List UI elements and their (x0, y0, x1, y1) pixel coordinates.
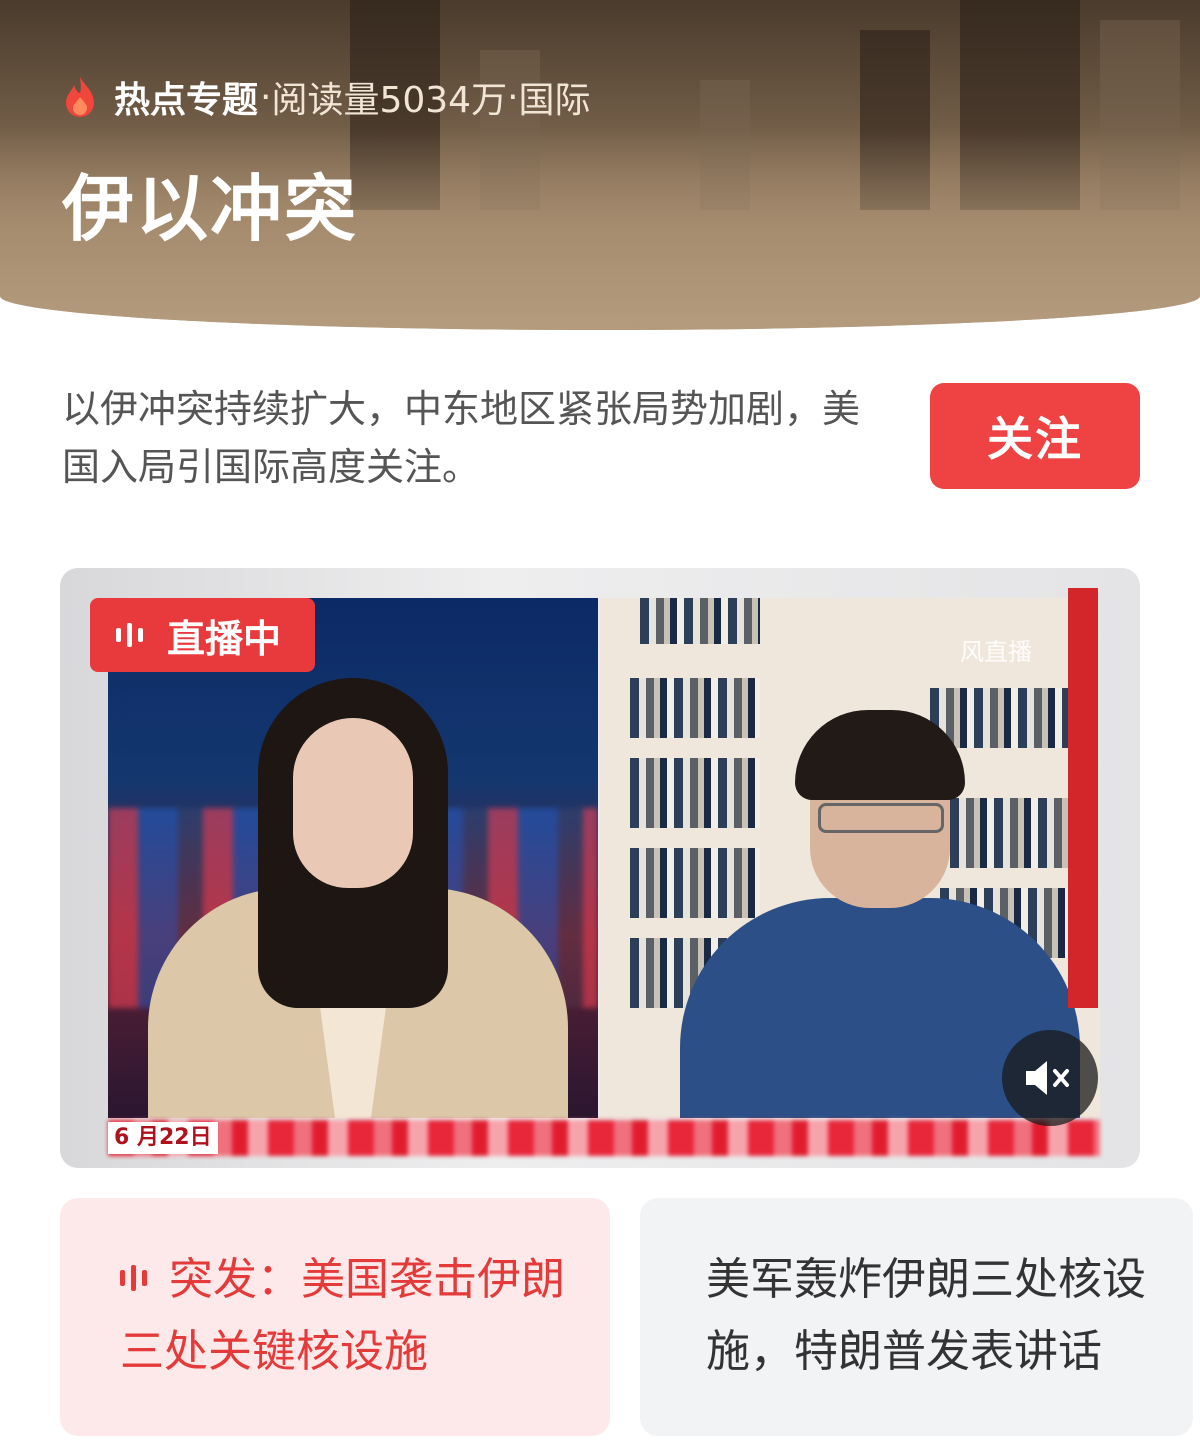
topic-summary: 以伊冲突持续扩大，中东地区紧张局势加剧，美国入局引国际高度关注。 (62, 387, 861, 489)
bookshelf (640, 598, 760, 644)
mute-icon (1026, 1061, 1069, 1095)
topic-title: 伊以冲突 (62, 167, 359, 251)
live-bars-icon (116, 623, 143, 647)
flame-icon (66, 77, 94, 117)
live-video-player[interactable]: 风直播 6 月22日 直播中 (60, 568, 1140, 1168)
topic-meta: 热点专题 · 阅读量5034万 · 国际 (60, 72, 591, 122)
guest-figure (818, 803, 944, 833)
news-card[interactable]: 美军轰炸伊朗三处核设施，特朗普发表讲话 (640, 1198, 1193, 1436)
anchor-figure (293, 718, 413, 888)
anchor-frame (108, 598, 598, 1118)
ticker-date: 6 月22日 (108, 1122, 218, 1154)
broadcast-side-bar (1068, 588, 1098, 1008)
meta-separator: · (507, 76, 519, 118)
meta-separator: · (260, 76, 272, 118)
live-badge: 直播中 (90, 598, 315, 672)
news-card-title: 美军轰炸伊朗三处核设施，特朗普发表讲话 (706, 1254, 1146, 1377)
news-ticker (108, 1120, 1100, 1156)
news-card-title: 突发：美国袭击伊朗三处关键核设施 (120, 1254, 565, 1377)
topic-category[interactable]: 国际 (519, 71, 591, 123)
live-badge-label: 直播中 (167, 616, 282, 661)
bookshelf (630, 848, 760, 918)
topic-banner: 热点专题 · 阅读量5034万 · 国际 伊以冲突 (0, 0, 1200, 330)
live-bars-icon (120, 1265, 147, 1291)
live-news-card[interactable]: 突发：美国袭击伊朗三处关键核设施 (60, 1198, 610, 1436)
bookshelf (630, 758, 760, 828)
read-count: 阅读量5034万 (271, 80, 508, 121)
hot-topic-label: 热点专题 (114, 80, 259, 121)
bookshelf (630, 678, 760, 738)
follow-button[interactable]: 关注 (930, 383, 1140, 489)
bookshelf (950, 798, 1070, 868)
channel-watermark: 风直播 (960, 638, 1032, 666)
mute-button[interactable] (1002, 1030, 1098, 1126)
